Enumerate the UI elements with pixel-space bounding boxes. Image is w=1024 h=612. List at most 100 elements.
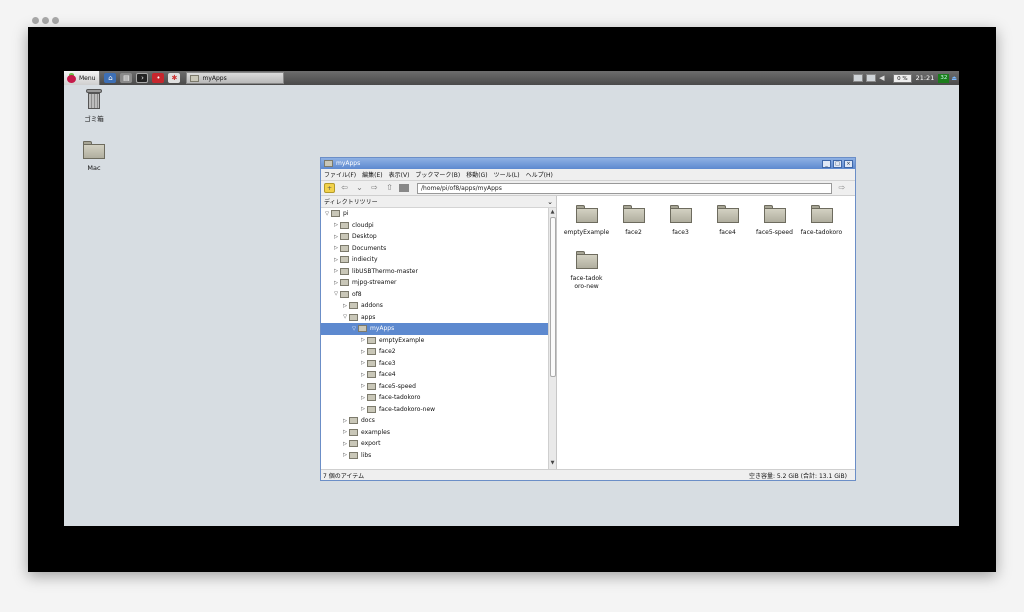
collapsed-triangle-icon[interactable]: ▷ [359,395,367,401]
terminal-icon[interactable]: › [136,73,149,83]
home-folder-icon[interactable] [399,184,409,192]
tree-item-face2[interactable]: ▷ face2 [321,346,548,358]
file-manager-icon[interactable]: ▤ [120,73,133,83]
minimize-button[interactable]: _ [822,159,831,168]
collapsed-triangle-icon[interactable]: ▷ [341,441,349,447]
tree-item-documents[interactable]: ▷ Documents [321,243,548,255]
tree-item-face5-speed[interactable]: ▷ face5-speed [321,381,548,393]
desktop-icon-mac[interactable]: Mac [74,141,114,172]
toolbar: + ⇦ ⌄ ⇨ ⇧ /home/pi/of8/apps/myApps ⇨ [321,181,855,196]
app-launcher-icon[interactable]: • [152,73,165,83]
tree-item-export[interactable]: ▷ export [321,438,548,450]
menu-bookmarks[interactable]: ブックマーク(B) [415,170,460,179]
file-item[interactable]: face3 [657,205,704,237]
close-dot-icon[interactable] [32,17,39,24]
menu-file[interactable]: ファイル(F) [324,170,356,179]
title-bar[interactable]: myApps _ □ × [321,158,855,169]
tree-item-libs[interactable]: ▷ libs [321,450,548,462]
tree-item-pi[interactable]: ▽ pi [321,208,548,220]
tree-item-examples[interactable]: ▷ examples [321,427,548,439]
menu-button[interactable]: Menu [64,71,101,85]
maximize-button[interactable]: □ [833,159,842,168]
tree-item-docs[interactable]: ▷ docs [321,415,548,427]
collapsed-triangle-icon[interactable]: ▷ [332,257,340,263]
go-arrow-icon[interactable]: ⇨ [836,183,848,193]
network-icon[interactable] [866,74,877,82]
tree-item-libusbthermo-master[interactable]: ▷ libUSBThermo-master [321,266,548,278]
tree-item-label: face3 [379,359,396,367]
tree-item-label: docs [361,417,375,425]
folder-icon [367,382,376,390]
tree-item-addons[interactable]: ▷ addons [321,300,548,312]
scroll-up-arrow-icon[interactable]: ▲ [549,209,556,217]
folder-icon [83,141,105,159]
collapsed-triangle-icon[interactable]: ▷ [359,372,367,378]
up-arrow-icon[interactable]: ⇧ [384,183,395,193]
collapsed-triangle-icon[interactable]: ▷ [359,406,367,412]
cpu-monitor: 0 % [893,73,912,83]
collapsed-triangle-icon[interactable]: ▷ [359,383,367,389]
expanded-triangle-icon[interactable]: ▽ [323,211,331,217]
tree-item-of8[interactable]: ▽ of8 [321,289,548,301]
file-item[interactable]: face2 [610,205,657,237]
collapsed-triangle-icon[interactable]: ▷ [332,280,340,286]
tree-item-myapps[interactable]: ▽ myApps [321,323,548,335]
raspberry-pi-icon [67,73,76,83]
keyboard-icon[interactable] [853,74,864,82]
minimize-dot-icon[interactable] [42,17,49,24]
menu-go[interactable]: 移動(G) [466,170,487,179]
wolfram-icon[interactable]: ✱ [168,73,181,83]
collapsed-triangle-icon[interactable]: ▷ [332,268,340,274]
clock[interactable]: 21:21 [916,74,935,82]
collapsed-triangle-icon[interactable]: ▷ [341,303,349,309]
tree-item-face-tadokoro[interactable]: ▷ face-tadokoro [321,392,548,404]
tree-item-mjpg-streamer[interactable]: ▷ mjpg-streamer [321,277,548,289]
path-input[interactable]: /home/pi/of8/apps/myApps [417,182,832,194]
menu-edit[interactable]: 編集(E) [362,170,382,179]
close-button[interactable]: × [844,159,853,168]
tree-item-cloudpi[interactable]: ▷ cloudpi [321,220,548,232]
tree-item-desktop[interactable]: ▷ Desktop [321,231,548,243]
eject-icon[interactable]: ⏏ [951,75,957,82]
volume-icon[interactable]: ◀ [879,74,889,82]
scroll-down-arrow-icon[interactable]: ▼ [549,460,556,468]
collapsed-triangle-icon[interactable]: ▷ [332,245,340,251]
collapsed-triangle-icon[interactable]: ▷ [332,234,340,240]
file-item[interactable]: emptyExample [563,205,610,237]
zoom-dot-icon[interactable] [52,17,59,24]
tree-item-face-tadokoro-new[interactable]: ▷ face-tadokoro-new [321,404,548,416]
expanded-triangle-icon[interactable]: ▽ [341,314,349,320]
history-chevron-down-icon[interactable]: ⌄ [354,183,365,193]
tree-item-face3[interactable]: ▷ face3 [321,358,548,370]
home-icon[interactable]: ⌂ [104,73,117,83]
tree-item-face4[interactable]: ▷ face4 [321,369,548,381]
file-item[interactable]: face-tadokoro [798,205,845,237]
collapsed-triangle-icon[interactable]: ▷ [359,337,367,343]
back-arrow-icon[interactable]: ⇦ [339,183,350,193]
collapsed-triangle-icon[interactable]: ▷ [359,349,367,355]
menu-view[interactable]: 表示(V) [389,170,410,179]
desktop-icon-trash[interactable]: ゴミ箱 [74,89,114,123]
tree-item-indiecity[interactable]: ▷ indiecity [321,254,548,266]
collapsed-triangle-icon[interactable]: ▷ [359,360,367,366]
forward-arrow-icon[interactable]: ⇨ [369,183,380,193]
task-myapps[interactable]: myApps [186,72,285,84]
collapsed-triangle-icon[interactable]: ▷ [341,429,349,435]
menu-tools[interactable]: ツール(L) [494,170,520,179]
file-item[interactable]: face-tadokoro-new [563,251,610,291]
collapsed-triangle-icon[interactable]: ▷ [332,222,340,228]
expanded-triangle-icon[interactable]: ▽ [350,326,358,332]
new-tab-icon[interactable]: + [324,183,335,193]
scroll-thumb[interactable] [550,217,556,377]
menu-help[interactable]: ヘルプ(H) [526,170,553,179]
collapsed-triangle-icon[interactable]: ▷ [341,418,349,424]
file-item[interactable]: face5-speed [751,205,798,237]
tree-item-emptyexample[interactable]: ▷ emptyExample [321,335,548,347]
expanded-triangle-icon[interactable]: ▽ [332,291,340,297]
file-item[interactable]: face4 [704,205,751,237]
tree-item-apps[interactable]: ▽ apps [321,312,548,324]
collapsed-triangle-icon[interactable]: ▷ [341,452,349,458]
tree-scrollbar[interactable]: ▲ ▼ [548,208,556,469]
folder-icon [575,251,598,269]
tree-pane-selector[interactable]: ディレクトリツリー ⌄ [321,196,556,208]
